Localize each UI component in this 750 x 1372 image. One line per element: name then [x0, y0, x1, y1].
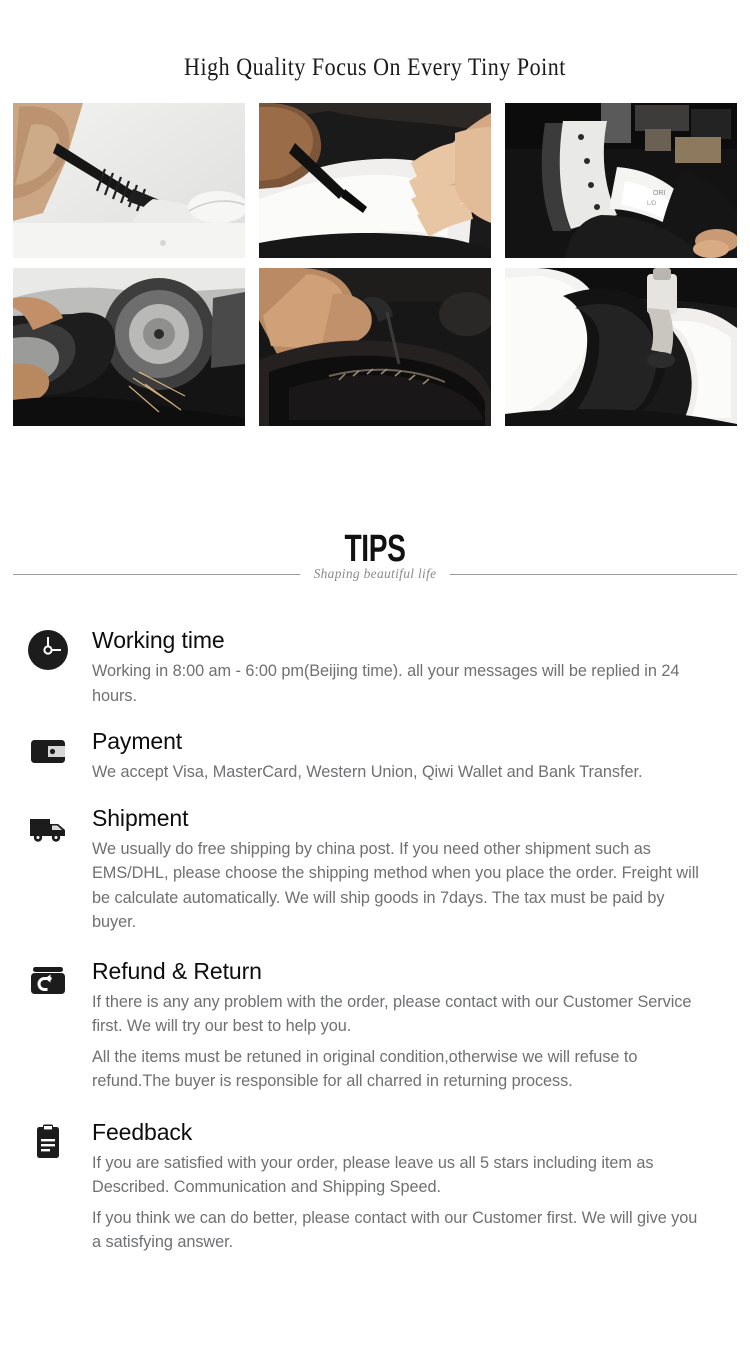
wallet-icon [28, 731, 68, 771]
tip-title: Shipment [92, 804, 189, 831]
tip-section-feedback: Feedback If you are satisfied with your … [0, 1118, 750, 1255]
tip-paragraph: If there is any any problem with the ord… [92, 992, 692, 1036]
tip-title: Refund & Return [92, 957, 262, 984]
clipboard-icon [28, 1122, 68, 1162]
gallery-image-finishing-polishing-shoe [505, 268, 737, 426]
tip-paragraph: If you are satisfied with your order, pl… [92, 1153, 654, 1197]
tip-paragraph: If you think we can do better, please co… [92, 1208, 698, 1252]
tip-title: Payment [92, 728, 183, 754]
tip-paragraph: All the items must be retuned in origina… [92, 1047, 638, 1091]
tip-section-working-time: Working time Working in 8:00 am - 6:00 p… [0, 626, 750, 708]
tips-subtitle-row: Shaping beautiful life [13, 566, 737, 582]
product-description-page: High Quality Focus On Every Tiny Point O… [0, 0, 750, 1372]
gallery-image-edge-grinding-machine [13, 268, 245, 426]
gallery-image-craftsman-cutting-leather [259, 103, 491, 258]
divider-left [13, 573, 300, 575]
clock-icon [28, 630, 68, 670]
tip-paragraph: Working in 8:00 am - 6:00 pm(Beijing tim… [92, 662, 680, 705]
tip-paragraph: We accept Visa, MasterCard, Western Unio… [92, 763, 643, 781]
tip-section-refund-return: Refund & Return If there is any any prob… [0, 957, 750, 1094]
page-title: High Quality Focus On Every Tiny Point [184, 54, 566, 81]
gallery-image-hand-stitching-shoe [259, 268, 491, 426]
gallery-image-craftsman-marking-pattern [13, 103, 245, 258]
tip-title: Feedback [92, 1118, 193, 1145]
tip-section-payment: Payment We accept Visa, MasterCard, West… [0, 727, 750, 785]
tips-heading: TIPS [344, 528, 406, 570]
divider-right [450, 573, 737, 575]
tip-section-shipment: Shipment We usually do free shipping by … [0, 804, 750, 935]
svg-text:L/D: L/D [647, 201, 657, 207]
svg-text:ORI: ORI [653, 190, 666, 197]
truck-icon [28, 808, 68, 848]
tips-list: Working time Working in 8:00 am - 6:00 p… [0, 626, 750, 1255]
craft-photo-grid: ORI L/D [13, 103, 750, 426]
tip-paragraph: We usually do free shipping by china pos… [92, 839, 699, 932]
gallery-image-leather-cutting-die-machine: ORI L/D [505, 103, 737, 258]
tips-subtitle: Shaping beautiful life [313, 566, 437, 581]
tip-title: Working time [92, 627, 225, 653]
return-box-icon [28, 961, 68, 1001]
